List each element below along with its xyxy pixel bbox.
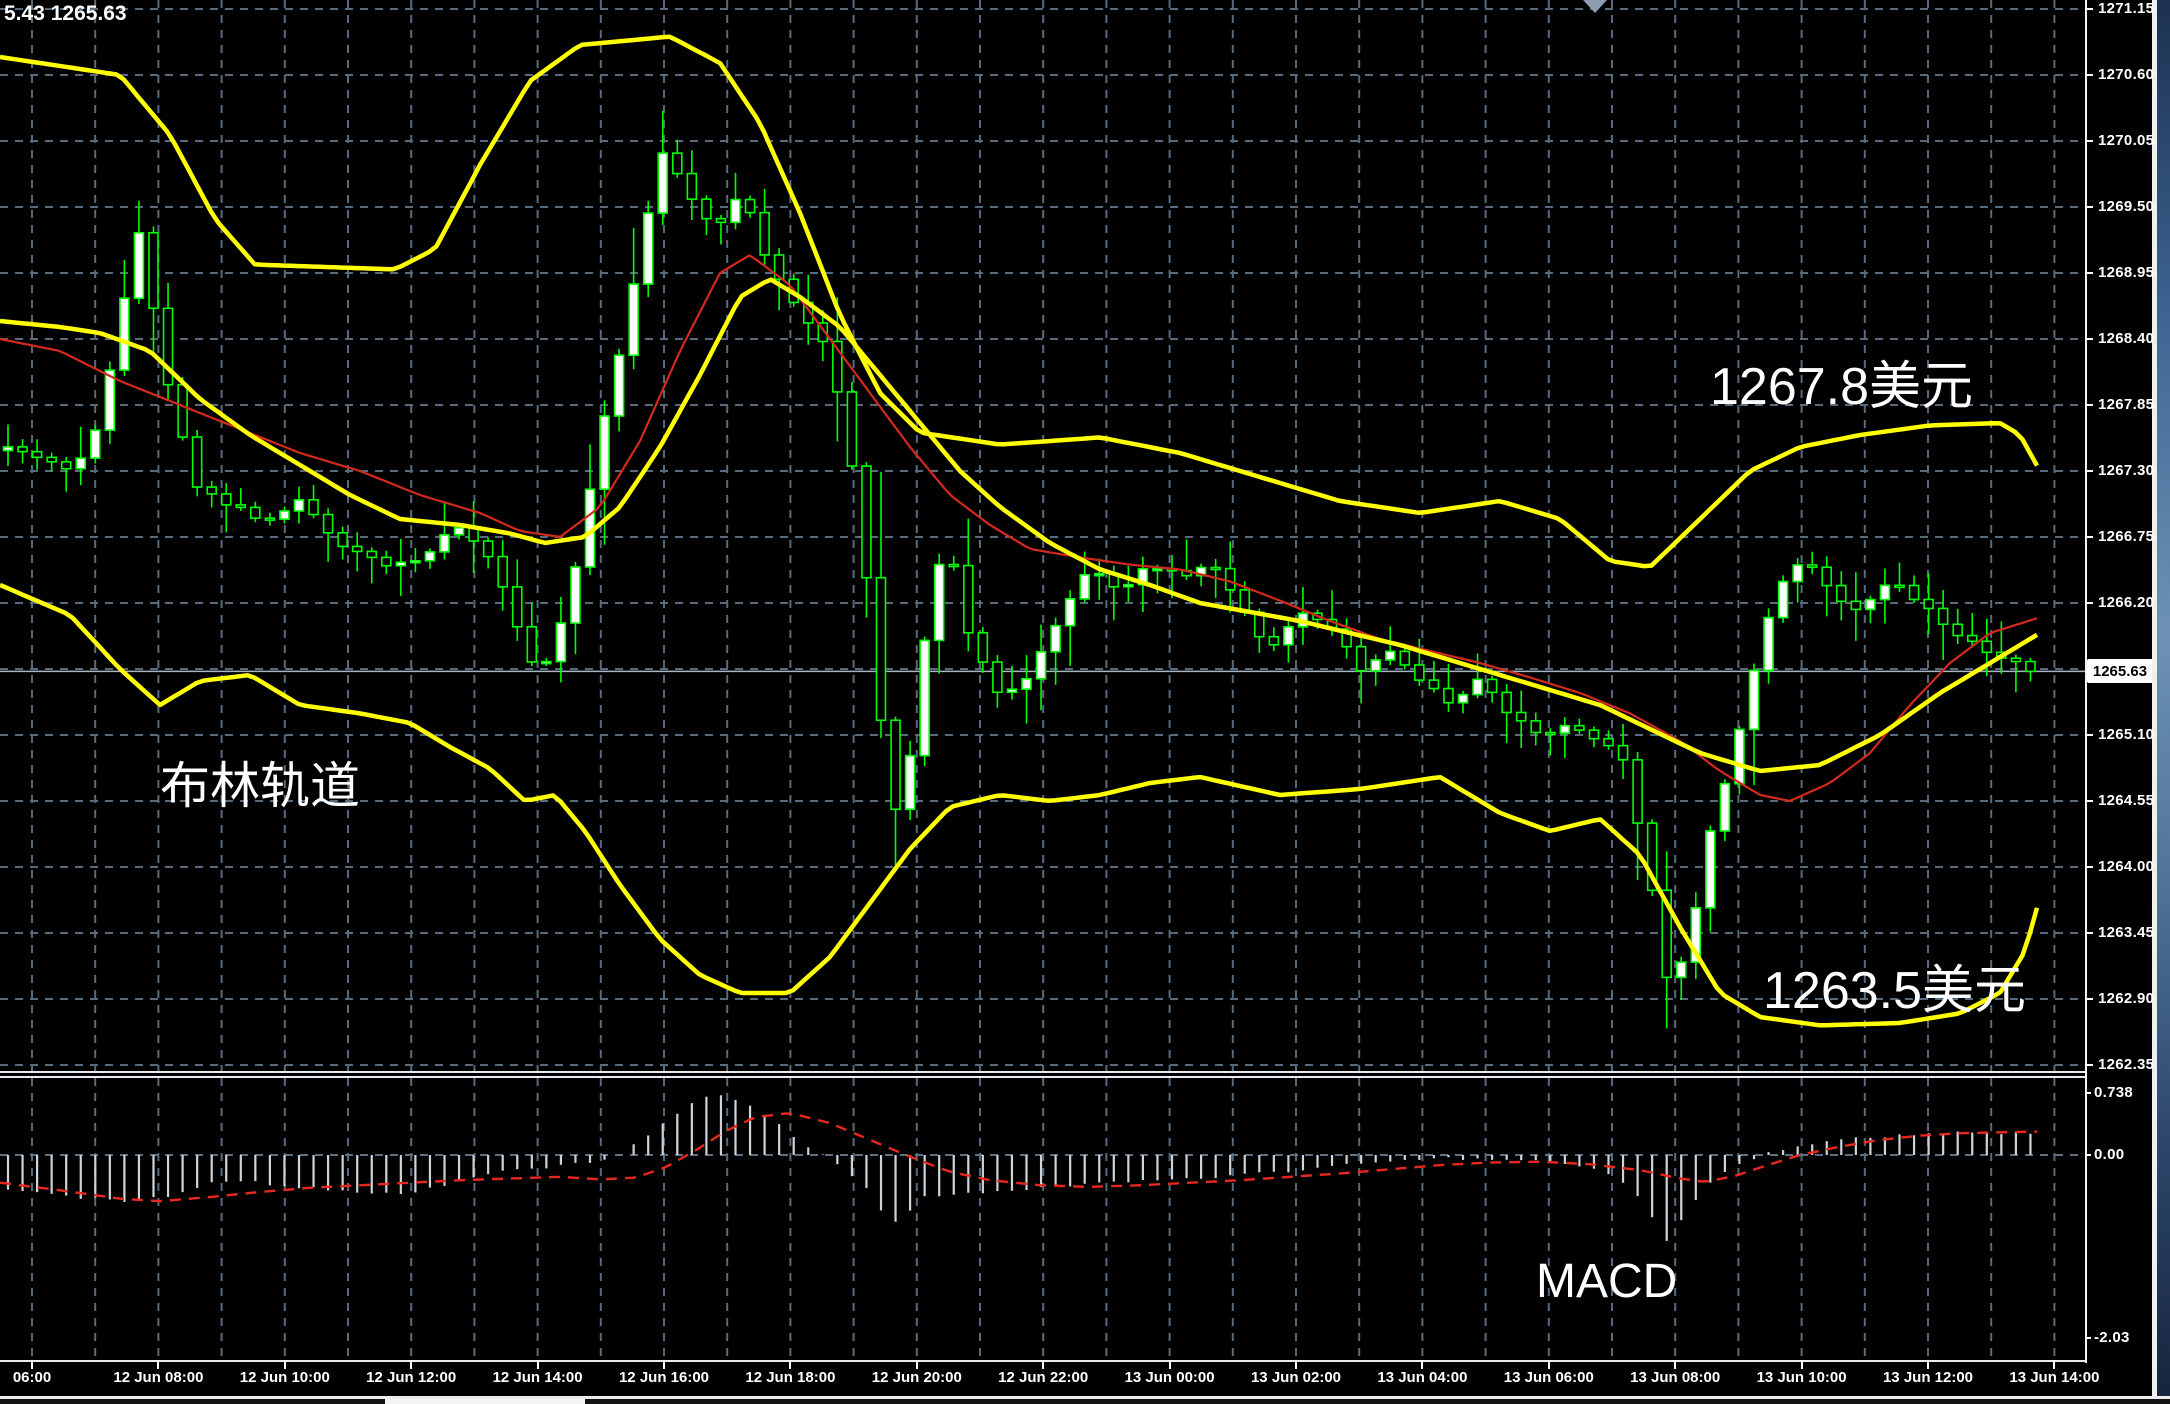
price-axis-tick — [2085, 338, 2093, 340]
time-axis-label: 12 Jun 10:00 — [240, 1369, 330, 1386]
axis-separator-line — [2085, 0, 2087, 1398]
time-axis-label: 13 Jun 06:00 — [1504, 1369, 1594, 1386]
price-axis-tick — [2085, 1064, 2093, 1066]
price-axis-label: 1262.35 — [2098, 1056, 2154, 1073]
macd-axis-tick — [2085, 1154, 2091, 1156]
price-axis-label: 1270.60 — [2098, 66, 2154, 83]
lower-band-price-annotation: 1263.5美元 — [1763, 948, 2026, 1023]
price-axis-tick — [2085, 734, 2093, 736]
desktop-wallpaper-strip — [2157, 0, 2170, 1404]
taskbar-edge — [0, 1399, 2170, 1404]
price-axis-label: 1270.05 — [2098, 132, 2154, 149]
bollinger-upper-band — [0, 37, 2037, 566]
time-axis-tick — [663, 1361, 665, 1369]
price-axis-label: 1271.15 — [2098, 0, 2154, 17]
price-axis-tick — [2085, 932, 2093, 934]
price-axis-tick — [2085, 8, 2093, 10]
pane-separator-top[interactable] — [0, 1071, 2155, 1073]
macd-indicator-pane[interactable] — [0, 1078, 2085, 1360]
price-axis-label: 1265.10 — [2098, 726, 2154, 743]
macd-annotation: MACD — [1536, 1254, 1677, 1309]
grid-lines — [32, 1078, 2054, 1360]
time-axis-tick — [1927, 1361, 1929, 1369]
price-axis-label: 1262.90 — [2098, 990, 2154, 1007]
price-axis-label: 1267.30 — [2098, 462, 2154, 479]
time-axis-label: 12 Jun 22:00 — [998, 1369, 1088, 1386]
upper-band-price-annotation: 1267.8美元 — [1710, 344, 1973, 419]
price-axis-label: 1264.00 — [2098, 858, 2154, 875]
time-axis-label: 12 Jun 12:00 — [366, 1369, 456, 1386]
chart-shift-marker-icon[interactable] — [1583, 0, 1607, 13]
time-axis-tick — [31, 1361, 33, 1369]
time-axis-tick — [1548, 1361, 1550, 1369]
time-axis-label: 12 Jun 08:00 — [113, 1369, 203, 1386]
time-axis-tick — [1421, 1361, 1423, 1369]
price-axis-tick — [2085, 536, 2093, 538]
time-axis-separator — [0, 1360, 2155, 1362]
price-axis-tick — [2085, 74, 2093, 76]
time-axis-tick — [157, 1361, 159, 1369]
time-axis-label: 12 Jun 20:00 — [872, 1369, 962, 1386]
price-axis-tick — [2085, 206, 2093, 208]
red-ma-line — [0, 255, 2037, 801]
time-axis-tick — [1674, 1361, 1676, 1369]
time-axis-tick — [1042, 1361, 1044, 1369]
price-axis-label: 1268.40 — [2098, 330, 2154, 347]
time-axis-label: 12 Jun 18:00 — [745, 1369, 835, 1386]
macd-histogram — [8, 1095, 2030, 1241]
price-axis-tick — [2085, 800, 2093, 802]
mt4-chart-window: 5.43 1265.63 布林轨道 1267.8美元 1263.5美元 MACD… — [0, 0, 2170, 1404]
price-chart-pane[interactable] — [0, 0, 2085, 1073]
symbol-quote-text: 5.43 1265.63 — [4, 2, 127, 26]
time-axis-label: 13 Jun 00:00 — [1125, 1369, 1215, 1386]
macd-axis-tick — [2085, 1092, 2091, 1094]
taskbar-edge-highlight — [385, 1399, 585, 1404]
macd-axis-label: 0.00 — [2094, 1146, 2124, 1163]
time-axis-label: 13 Jun 08:00 — [1630, 1369, 1720, 1386]
price-axis-label: 1267.85 — [2098, 396, 2154, 413]
price-axis-label: 1263.45 — [2098, 924, 2154, 941]
current-price-badge: 1265.63 — [2087, 659, 2153, 683]
time-axis-label: 13 Jun 04:00 — [1377, 1369, 1467, 1386]
macd-axis-label: -2.03 — [2094, 1329, 2130, 1346]
time-axis-label: 12 Jun 14:00 — [493, 1369, 583, 1386]
time-axis-tick — [789, 1361, 791, 1369]
time-axis-label: 13 Jun 02:00 — [1251, 1369, 1341, 1386]
time-axis-label: 13 Jun 12:00 — [1883, 1369, 1973, 1386]
time-axis-tick — [2053, 1361, 2055, 1369]
time-axis-tick — [1295, 1361, 1297, 1369]
price-axis-tick — [2085, 602, 2093, 604]
time-axis-tick — [537, 1361, 539, 1369]
price-axis-label: 1266.75 — [2098, 528, 2154, 545]
price-axis-label: 1264.55 — [2098, 792, 2154, 809]
price-axis-tick — [2085, 470, 2093, 472]
time-axis-tick — [1169, 1361, 1171, 1369]
price-axis-tick — [2085, 140, 2093, 142]
price-axis-label: 1266.20 — [2098, 594, 2154, 611]
price-axis-label: 1269.50 — [2098, 198, 2154, 215]
time-axis-label: 13 Jun 14:00 — [2009, 1369, 2099, 1386]
price-axis-tick — [2085, 404, 2093, 406]
time-axis-label: 13 Jun 10:00 — [1757, 1369, 1847, 1386]
candlesticks — [4, 111, 2035, 1029]
macd-axis-tick — [2085, 1337, 2091, 1339]
price-axis-tick — [2085, 866, 2093, 868]
time-axis-tick — [1801, 1361, 1803, 1369]
price-axis-tick — [2085, 998, 2093, 1000]
time-axis-tick — [284, 1361, 286, 1369]
time-axis-label: 12 Jun 16:00 — [619, 1369, 709, 1386]
price-axis-tick — [2085, 272, 2093, 274]
time-axis-tick — [916, 1361, 918, 1369]
bollinger-annotation: 布林轨道 — [160, 746, 360, 818]
macd-signal-line — [0, 1114, 2037, 1202]
macd-axis-label: 0.738 — [2094, 1084, 2133, 1101]
time-axis-label: 06:00 — [13, 1369, 51, 1386]
time-axis-tick — [410, 1361, 412, 1369]
price-axis-label: 1268.95 — [2098, 264, 2154, 281]
